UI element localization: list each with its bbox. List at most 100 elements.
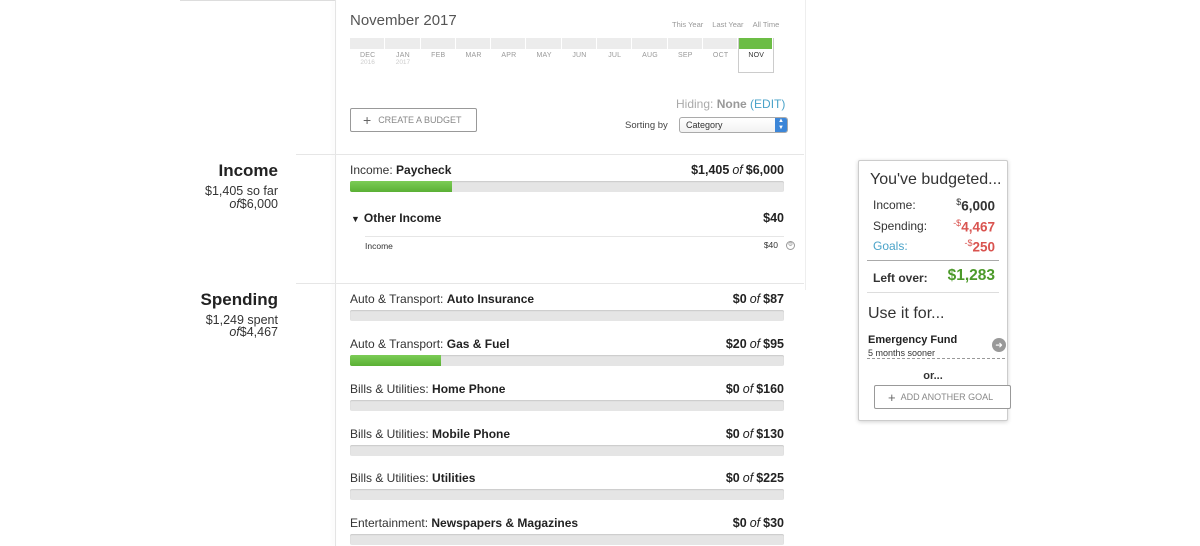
section-divider [296,283,804,284]
budget-progress-fill [350,181,452,192]
budget-spent: $0 [725,427,740,441]
month-label: SEP [678,52,693,59]
top-rule [180,0,335,1]
month-feb[interactable]: FEB [420,38,456,74]
budget-progress-bar[interactable] [350,534,784,545]
budget-category: Auto & Transport: [350,337,444,351]
panel-income-label: Income: [873,198,916,212]
range-last-year[interactable]: Last Year [712,20,743,29]
budget-row-label[interactable]: Auto & Transport: Gas & Fuel [350,337,509,351]
other-income-toggle[interactable]: ▼ Other Income [351,211,441,225]
arrow-right-icon[interactable]: ➜ [992,338,1006,352]
budget-total: $160 [756,382,784,396]
budget-name: Auto Insurance [446,292,535,306]
range-all-time[interactable]: All Time [753,20,780,29]
budget-progress-bar[interactable] [350,400,784,411]
month-label: OCT [712,52,729,59]
panel-spending-amount: 4,467 [961,219,995,235]
panel-goals-value: -$250 [964,238,995,255]
budget-total: $130 [756,427,784,441]
of-word: of [749,337,761,351]
spending-of-total: of$4,467 [229,325,278,339]
range-this-year[interactable]: This Year [672,20,703,29]
edit-hiding-link[interactable]: (EDIT) [750,97,785,111]
goal-subtext: 5 months sooner [868,348,936,358]
panel-income-amount: 6,000 [961,198,995,214]
budget-progress-bar[interactable] [350,181,784,192]
budget-row-amount: $1,405 of $6,000 [691,163,784,177]
month-may[interactable]: MAY [526,38,562,74]
budget-spent: $0 [725,471,740,485]
budget-name: Home Phone [432,382,506,396]
budget-row-label[interactable]: Bills & Utilities: Utilities [350,471,475,485]
hiding-label: Hiding: [676,97,714,111]
main-column-edge [335,0,336,546]
plus-icon: + [888,389,896,405]
leftover-value: $1,283 [947,267,995,284]
month-oct[interactable]: OCT [702,38,739,74]
use-it-for-label: Use it for... [868,305,945,322]
panel-goals-amount: 250 [972,239,995,255]
budget-row-label[interactable]: Auto & Transport: Auto Insurance [350,292,534,306]
plus-icon: + [363,112,372,128]
month-label: JUL [608,52,622,59]
budget-progress-bar[interactable] [350,445,784,456]
month-apr[interactable]: APR [491,38,527,74]
budget-category: Income: [350,163,393,177]
gear-icon[interactable]: ⚙ [786,241,795,250]
month-timeline: DEC 2016 JAN 2017 FEB MAR APR MAY JUN JUL AUG SEP OC… [350,38,775,74]
other-income-title: Other Income [363,211,442,225]
panel-divider [867,292,999,293]
budget-name: Mobile Phone [432,427,511,441]
budget-progress-bar[interactable] [350,355,784,366]
section-divider [296,154,804,155]
month-jan[interactable]: JAN 2017 [385,38,421,74]
month-label: DEC [359,52,376,59]
month-label: AUG [642,52,658,59]
create-budget-button[interactable]: + CREATE A BUDGET [350,108,477,132]
budget-row-label[interactable]: Bills & Utilities: Mobile Phone [350,427,510,441]
select-arrows-icon: ▲ ▼ [775,118,787,132]
month-dec[interactable]: DEC 2016 [350,38,386,74]
month-bar [350,38,386,49]
budget-category: Bills & Utilities: [350,382,429,396]
budget-summary-panel: You've budgeted... Income: $6,000 Spendi… [858,160,1011,421]
budget-row-amount: $20 of $95 [726,337,784,351]
budget-row-label[interactable]: Income: Paycheck [350,163,451,177]
panel-income-value: $6,000 [956,197,995,214]
month-bar [667,38,703,49]
month-mar[interactable]: MAR [455,38,492,74]
panel-goals-label[interactable]: Goals: [873,239,908,253]
month-label: MAR [465,52,482,59]
budget-name: Newspapers & Magazines [431,516,579,530]
of-word: of [742,427,754,441]
sorting-select[interactable]: Category ▲ ▼ [679,117,788,133]
other-income-amount: $40 [763,211,784,225]
of-word: of [749,516,761,530]
month-bar [526,38,562,49]
budget-total: $30 [763,516,784,530]
month-jun[interactable]: JUN [561,38,598,74]
budget-row-label[interactable]: Entertainment: Newspapers & Magazines [350,516,578,530]
budget-progress-bar[interactable] [350,310,784,321]
create-budget-label: CREATE A BUDGET [378,115,462,125]
month-sep[interactable]: SEP [667,38,703,74]
add-another-goal-button[interactable]: + ADD ANOTHER GOAL [874,385,1011,409]
other-income-item-amount: $40 [763,240,778,250]
goal-name[interactable]: Emergency Fund [868,334,957,346]
month-aug[interactable]: AUG [632,38,668,74]
hiding-value: None [716,97,747,111]
budget-spent: $1,405 [691,163,730,177]
month-nov[interactable]: NOV [738,38,775,73]
income-total: $6,000 [239,197,278,211]
budget-row-amount: $0 of $87 [733,292,784,306]
month-label: JAN [396,52,410,59]
of-word: of [742,471,754,485]
period-title: November 2017 [350,12,457,29]
of-word: of [749,292,761,306]
budget-progress-bar[interactable] [350,489,784,500]
budget-row-label[interactable]: Bills & Utilities: Home Phone [350,382,505,396]
month-jul[interactable]: JUL [597,38,633,74]
dashed-divider [867,358,1005,359]
month-bar [491,38,527,49]
